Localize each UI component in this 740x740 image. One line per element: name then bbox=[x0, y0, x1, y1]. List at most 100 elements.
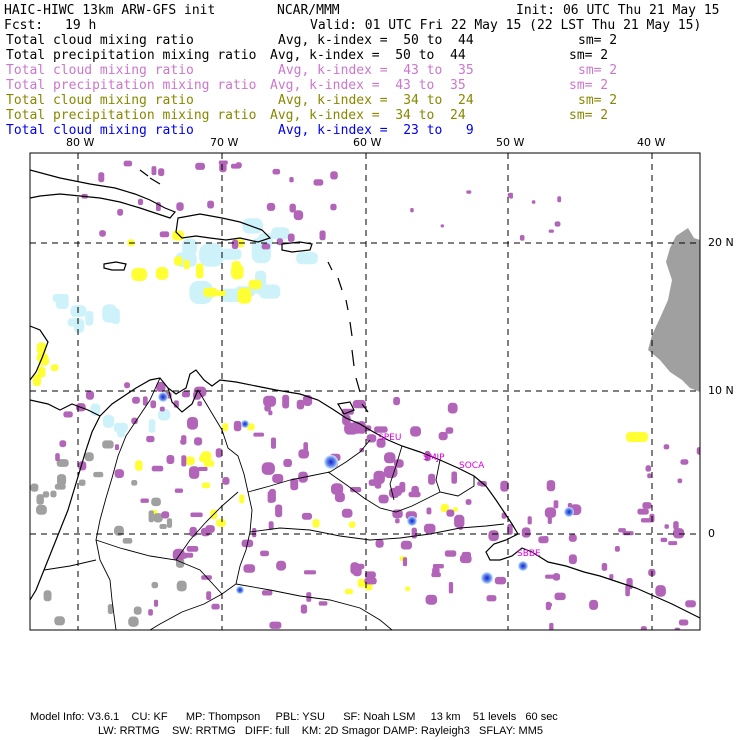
blue-cloud-core bbox=[324, 455, 338, 469]
purple-cloud-patch bbox=[546, 602, 552, 607]
gray-cloud-patch bbox=[84, 452, 94, 462]
purple-cloud-patch bbox=[181, 455, 187, 467]
purple-cloud-patch bbox=[200, 527, 211, 537]
purple-cloud-patch bbox=[568, 554, 577, 565]
weather-map: SPEU SMJP SOCA SBBE bbox=[29, 152, 701, 631]
purple-cloud-patch bbox=[282, 394, 290, 409]
purple-cloud-patch bbox=[114, 469, 124, 478]
purple-cloud-patch bbox=[680, 459, 689, 465]
light-blue-cloud-patch bbox=[182, 238, 197, 256]
purple-cloud-patch bbox=[664, 524, 669, 529]
purple-cloud-patch bbox=[181, 552, 194, 558]
light-blue-cloud-patch bbox=[117, 425, 126, 438]
purple-cloud-patch bbox=[159, 406, 165, 412]
purple-cloud-patch bbox=[304, 570, 316, 575]
purple-cloud-patch bbox=[423, 523, 436, 534]
purple-cloud-patch bbox=[451, 471, 457, 484]
purple-cloud-patch bbox=[553, 500, 559, 509]
purple-cloud-patch bbox=[393, 396, 400, 406]
gray-cloud-patch bbox=[122, 538, 133, 544]
purple-cloud-patch bbox=[531, 200, 536, 204]
purple-cloud-patch bbox=[395, 518, 400, 524]
light-blue-cloud-patch bbox=[296, 252, 318, 265]
purple-cloud-patch bbox=[150, 400, 157, 409]
purple-cloud-patch bbox=[364, 571, 376, 579]
purple-cloud-patch bbox=[545, 574, 555, 579]
yellow-cloud-patch bbox=[248, 279, 262, 290]
purple-cloud-patch bbox=[410, 426, 421, 437]
light-blue-cloud-patch bbox=[242, 218, 263, 234]
light-blue-cloud-patch bbox=[259, 284, 281, 299]
purple-cloud-patch bbox=[465, 499, 472, 505]
purple-cloud-patch bbox=[190, 512, 203, 517]
purple-cloud-patch bbox=[151, 166, 157, 176]
purple-cloud-patch bbox=[261, 590, 273, 596]
purple-cloud-patch bbox=[272, 168, 281, 175]
light-blue-cloud-patch bbox=[73, 318, 85, 333]
blue-cloud-core bbox=[241, 420, 249, 428]
purple-cloud-patch bbox=[374, 426, 388, 433]
lon-label-60w: 60 W bbox=[353, 136, 382, 149]
light-blue-cloud-patch bbox=[55, 298, 69, 309]
yellow-cloud-patch bbox=[216, 290, 226, 297]
purple-cloud-patch bbox=[261, 462, 275, 475]
purple-cloud-patch bbox=[546, 480, 556, 492]
purple-cloud-patch bbox=[132, 396, 140, 404]
purple-cloud-patch bbox=[426, 507, 432, 515]
site-label-smjp: SMJP bbox=[423, 453, 445, 463]
yellow-cloud-patch bbox=[36, 342, 47, 355]
purple-cloud-patch bbox=[243, 564, 256, 573]
purple-cloud-patch bbox=[548, 229, 554, 233]
model-info-line2: LW: RRTMG SW: RRTMG DIFF: full KM: 2D Sm… bbox=[98, 725, 543, 737]
purple-cloud-patch bbox=[233, 420, 242, 432]
site-label-sbbe: SBBE bbox=[517, 549, 541, 559]
purple-cloud-patch bbox=[432, 564, 444, 569]
purple-cloud-patch bbox=[253, 432, 264, 437]
light-blue-cloud-patch bbox=[85, 311, 94, 326]
purple-cloud-patch bbox=[159, 231, 170, 238]
lon-label-80w: 80 W bbox=[66, 136, 95, 149]
gray-cloud-patch bbox=[93, 471, 104, 478]
yellow-cloud-patch bbox=[237, 287, 252, 304]
purple-cloud-patch bbox=[198, 466, 208, 471]
gray-cloud-patch bbox=[36, 504, 47, 515]
purple-cloud-patch bbox=[276, 560, 287, 571]
purple-cloud-patch bbox=[189, 466, 200, 479]
gray-cloud-patch bbox=[42, 491, 50, 498]
purple-cloud-patch bbox=[272, 474, 284, 483]
purple-cloud-patch bbox=[235, 162, 242, 169]
light-blue-cloud-patch bbox=[111, 308, 120, 324]
purple-cloud-patch bbox=[151, 465, 164, 472]
yellow-cloud-patch bbox=[37, 366, 46, 378]
yellow-cloud-patch bbox=[183, 260, 190, 270]
blue-cloud-core bbox=[236, 586, 244, 594]
yellow-cloud-patch bbox=[201, 482, 211, 489]
blue-cloud-core bbox=[564, 507, 574, 517]
lon-label-70w: 70 W bbox=[210, 136, 239, 149]
yellow-cloud-patch bbox=[203, 460, 215, 467]
purple-cloud-patch bbox=[677, 478, 683, 484]
purple-cloud-patch bbox=[637, 508, 649, 515]
purple-cloud-patch bbox=[601, 563, 608, 571]
lon-label-40w: 40 W bbox=[637, 136, 666, 149]
purple-cloud-patch bbox=[123, 160, 133, 167]
purple-cloud-patch bbox=[334, 492, 345, 503]
purple-cloud-patch bbox=[428, 473, 436, 485]
purple-cloud-patch bbox=[85, 390, 94, 400]
purple-cloud-patch bbox=[187, 417, 198, 430]
purple-cloud-patch bbox=[124, 382, 130, 389]
gray-cloud-patch bbox=[102, 440, 114, 449]
gray-cloud-patch bbox=[30, 483, 39, 492]
purple-cloud-patch bbox=[663, 444, 670, 450]
purple-cloud-patch bbox=[181, 390, 190, 398]
purple-cloud-patch bbox=[438, 431, 448, 441]
purple-cloud-patch bbox=[195, 162, 205, 170]
gray-cloud-patch bbox=[166, 518, 173, 528]
purple-cloud-patch bbox=[589, 599, 599, 610]
gray-cloud-patch bbox=[133, 606, 142, 615]
yellow-cloud-patch bbox=[626, 432, 648, 442]
purple-cloud-patch bbox=[269, 621, 282, 629]
purple-cloud-patch bbox=[445, 427, 454, 434]
purple-cloud-patch bbox=[447, 402, 458, 414]
site-label-speu: SPEU bbox=[378, 433, 401, 443]
